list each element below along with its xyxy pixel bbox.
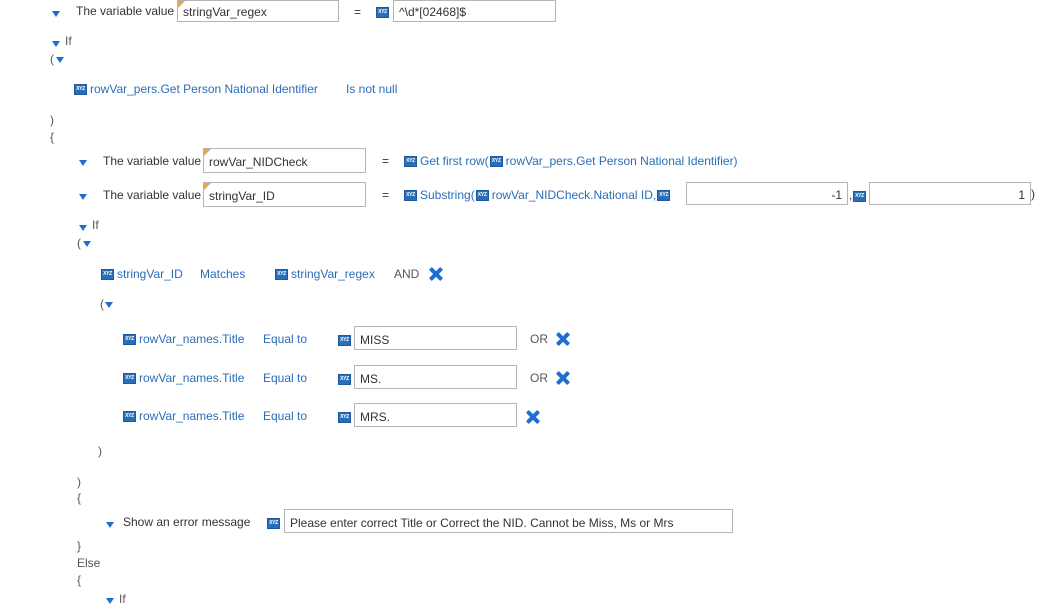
xyz-icon: XYZ [74,84,87,96]
equals-sign: = [382,154,390,168]
open-brace: { [50,130,55,144]
variable-name-field[interactable]: stringVar_regex [177,0,339,22]
function-name[interactable]: Get first row( [420,154,489,168]
function-argument[interactable]: rowVar_pers.Get Person National Identifi… [506,154,738,168]
remove-condition-icon[interactable] [556,332,570,346]
xyz-icon: XYZ [123,334,136,346]
equals-sign: = [354,5,362,19]
xyz-icon: XYZ [338,410,354,424]
regex-value-field[interactable]: ^\d*[02468]$ [393,0,556,22]
or-operator[interactable]: OR [530,371,548,385]
condition-value[interactable]: XYZ stringVar_regex [275,267,375,281]
title-value-field[interactable]: MISS [354,326,517,350]
xyz-icon: XYZ [475,190,489,202]
substring-start-field[interactable]: -1 [686,182,848,205]
open-paren: ( [50,52,54,66]
title-value-field[interactable]: MS. [354,365,517,389]
condition-variable[interactable]: rowVar_names.Title [139,371,244,385]
xyz-icon: XYZ [853,189,869,203]
expression[interactable]: XYZ Get first row(XYZ rowVar_pers.Get Pers… [404,154,738,168]
xyz-icon: XYZ [404,190,417,202]
condition-item[interactable]: XYZ stringVar_ID [101,267,183,281]
and-operator[interactable]: AND [394,267,419,281]
xyz-icon: XYZ [338,372,354,386]
expression[interactable]: XYZ Substring(XYZ rowVar_NIDCheck.National… [404,188,673,202]
xyz-icon: XYZ [123,373,136,385]
xyz-icon: XYZ [404,156,417,168]
xyz-icon: XYZ [657,190,671,202]
xyz-icon: XYZ [489,156,503,168]
open-paren: ( [77,236,81,250]
variable-name-field[interactable]: stringVar_ID [203,182,366,207]
variable-name-field[interactable]: rowVar_NIDCheck [203,148,366,173]
condition-item[interactable]: XYZ rowVar_pers.Get Person National Ident… [74,82,318,96]
open-brace: { [77,573,82,587]
remove-condition-icon[interactable] [556,371,570,385]
function-argument[interactable]: rowVar_NIDCheck.National ID, [492,188,657,202]
close-paren: ) [1031,187,1035,201]
condition-item[interactable]: XYZ rowVar_names.Title [123,371,244,385]
function-name[interactable]: Substring( [420,188,475,202]
action-label: Show an error message [123,515,251,529]
close-paren: ) [77,475,81,489]
set-variable-label: The variable value [103,154,202,168]
collapse-toggle-icon[interactable] [106,598,114,604]
condition-variable[interactable]: stringVar_ID [117,267,183,281]
collapse-toggle-icon[interactable] [56,57,64,63]
collapse-toggle-icon[interactable] [106,522,114,528]
xyz-icon: XYZ [338,333,354,347]
condition-variable[interactable]: rowVar_names.Title [139,332,244,346]
xyz-icon: XYZ [123,411,136,423]
xyz-icon: XYZ [267,516,283,530]
else-keyword: Else [77,556,101,570]
close-brace: } [77,539,82,553]
collapse-toggle-icon[interactable] [83,241,91,247]
title-value-field[interactable]: MRS. [354,403,517,427]
condition-item[interactable]: XYZ rowVar_names.Title [123,332,244,346]
collapse-toggle-icon[interactable] [79,194,87,200]
open-brace: { [77,491,82,505]
xyz-icon: XYZ [376,5,392,19]
close-paren: ) [50,113,54,127]
if-keyword: If [65,34,72,48]
collapse-toggle-icon[interactable] [52,11,60,17]
inner-open-paren: ( [100,297,104,311]
condition-variable[interactable]: rowVar_names.Title [139,409,244,423]
xyz-icon: XYZ [275,269,288,281]
substring-length-field[interactable]: 1 [869,182,1031,205]
condition-operator[interactable]: Equal to [263,371,307,385]
remove-condition-icon[interactable] [526,410,540,424]
comma: , [849,188,853,202]
if-keyword: If [92,218,99,232]
error-message-field[interactable]: Please enter correct Title or Correct th… [284,509,733,533]
condition-value-text[interactable]: stringVar_regex [291,267,375,281]
collapse-toggle-icon[interactable] [79,225,87,231]
condition-operator[interactable]: Equal to [263,409,307,423]
condition-operator[interactable]: Matches [200,267,245,281]
set-variable-label: The variable value [103,188,202,202]
or-operator[interactable]: OR [530,332,548,346]
condition-operator[interactable]: Is not null [346,82,397,96]
condition-item[interactable]: XYZ rowVar_names.Title [123,409,244,423]
set-variable-label: The variable value [76,4,175,18]
collapse-toggle-icon[interactable] [79,160,87,166]
equals-sign: = [382,188,390,202]
collapse-toggle-icon[interactable] [105,302,113,308]
inner-close-paren: ) [98,444,102,458]
remove-condition-icon[interactable] [429,267,443,281]
condition-operator[interactable]: Equal to [263,332,307,346]
condition-variable[interactable]: rowVar_pers.Get Person National Identifi… [90,82,318,96]
collapse-toggle-icon[interactable] [52,41,60,47]
xyz-icon: XYZ [101,269,114,281]
